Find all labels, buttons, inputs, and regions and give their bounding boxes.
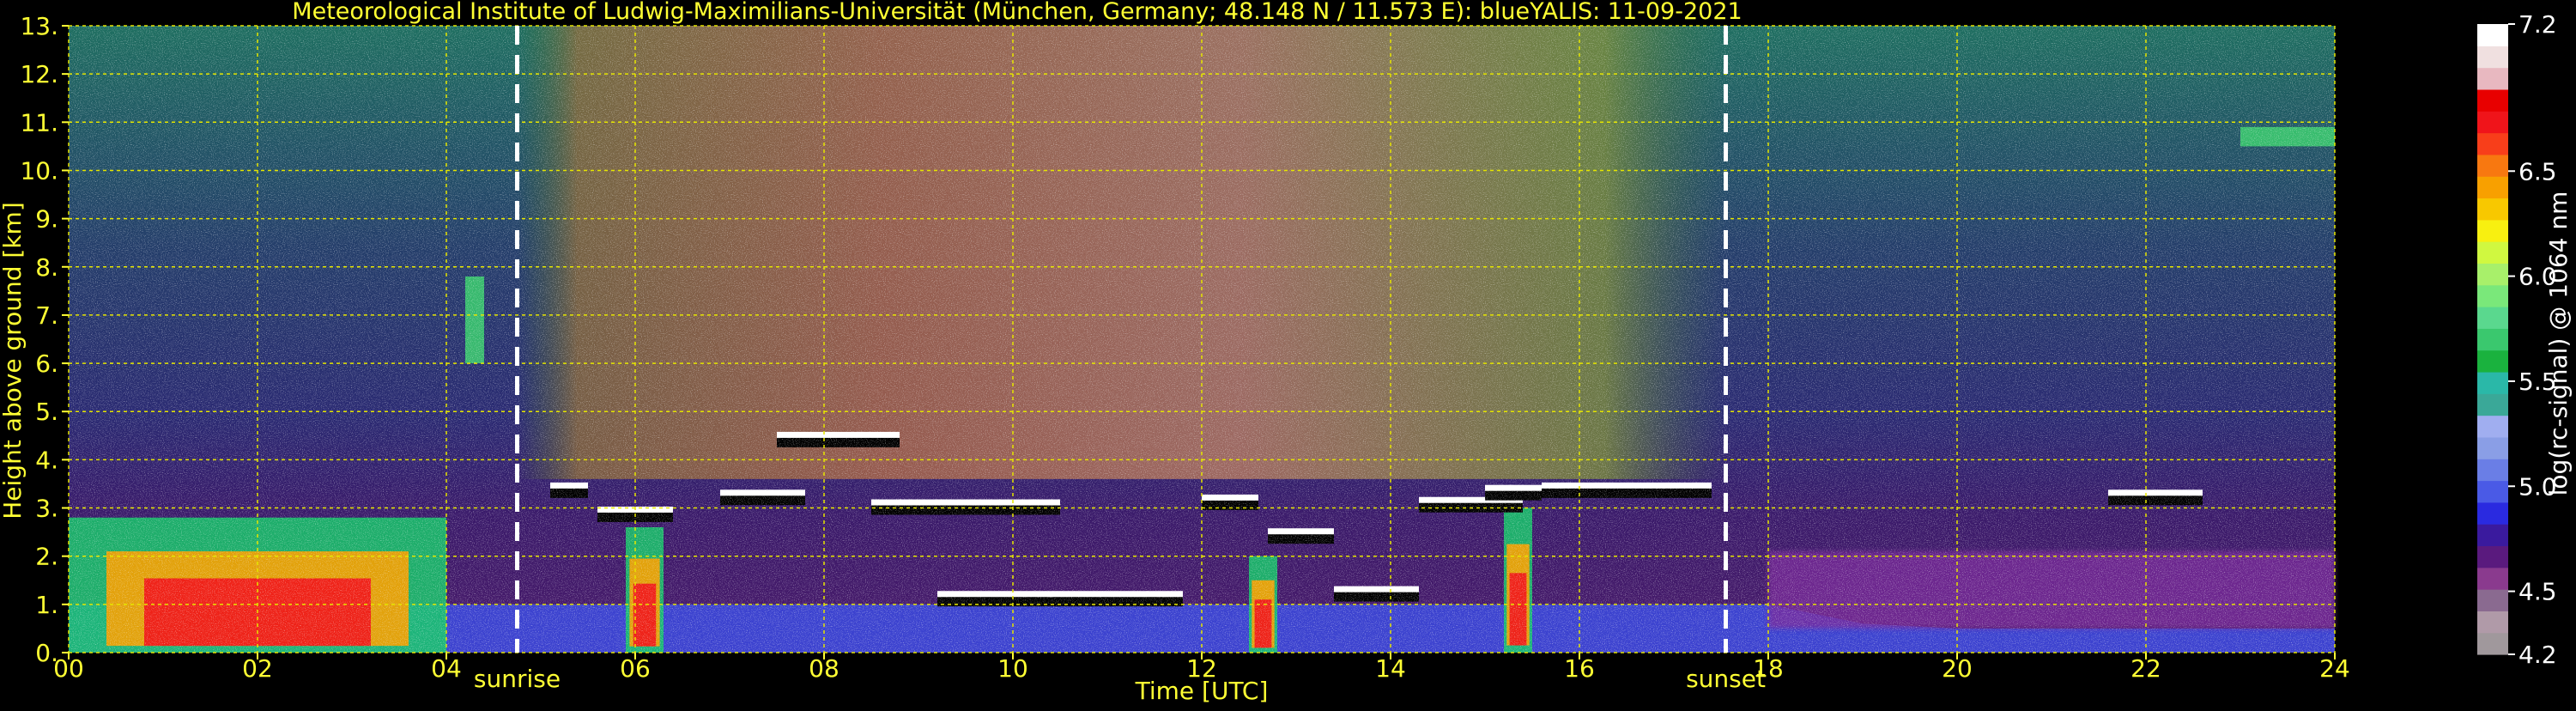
- colorbar-swatch: [2477, 46, 2508, 69]
- colorbar-tick-label: 7.2: [2518, 10, 2557, 39]
- noise-overlay: [69, 26, 2335, 653]
- colorbar-swatch: [2477, 632, 2508, 655]
- colorbar-tick-label: 4.5: [2518, 578, 2557, 606]
- y-tick-label: 7.: [35, 301, 58, 330]
- colorbar-swatch: [2477, 154, 2508, 177]
- colorbar-swatch: [2477, 24, 2508, 46]
- sun-marker-label: sunrise: [474, 665, 561, 693]
- x-tick-label: 02: [242, 654, 273, 683]
- colorbar-swatch: [2477, 307, 2508, 329]
- y-tick-label: 0.: [35, 639, 58, 667]
- y-tick-label: 1.: [35, 591, 58, 619]
- y-tick-label: 11.: [20, 108, 58, 137]
- x-tick-label: 08: [809, 654, 839, 683]
- colorbar-swatch: [2477, 198, 2508, 221]
- colorbar-swatch: [2477, 371, 2508, 394]
- colorbar-label: log(rc-signal) @ 1064 nm: [2544, 191, 2573, 496]
- x-tick-label: 18: [1753, 654, 1784, 683]
- colorbar-swatch: [2477, 263, 2508, 286]
- colorbar-swatch: [2477, 436, 2508, 459]
- y-tick-label: 12.: [20, 60, 58, 88]
- colorbar-swatch: [2477, 589, 2508, 611]
- colorbar-swatch: [2477, 480, 2508, 503]
- y-tick-label: 4.: [35, 446, 58, 474]
- colorbar-swatch: [2477, 176, 2508, 199]
- y-tick-label: 6.: [35, 349, 58, 378]
- y-axis: 0. 1. 2. 3. 4. 5. 6. 7. 8. 9. 10. 11. 12. 13.: [20, 12, 69, 667]
- colorbar-swatch: [2477, 241, 2508, 264]
- colorbar-swatch: [2477, 567, 2508, 590]
- lidar-chart-svg: sunrise sunset 00 02 04 06 08 10 12 14 16 18 20 22 24…: [0, 0, 2573, 705]
- x-tick-label: 20: [1942, 654, 1973, 683]
- colorbar-tick-label: 6.5: [2518, 157, 2557, 185]
- colorbar-swatch: [2477, 328, 2508, 351]
- y-tick-label: 2.: [35, 543, 58, 571]
- colorbar-swatch: [2477, 545, 2508, 568]
- y-tick-label: 9.: [35, 205, 58, 234]
- lidar-quicklook: sunrise sunset 00 02 04 06 08 10 12 14 16 18 20 22 24…: [0, 0, 2576, 708]
- colorbar-swatch: [2477, 67, 2508, 90]
- x-axis-label: Time [UTC]: [1135, 677, 1269, 705]
- y-tick-label: 13.: [20, 12, 58, 40]
- colorbar-swatch: [2477, 611, 2508, 634]
- colorbar-swatch: [2477, 524, 2508, 547]
- colorbar-swatch: [2477, 415, 2508, 438]
- y-tick-label: 8.: [35, 253, 58, 282]
- x-tick-label: 16: [1564, 654, 1595, 683]
- x-tick-label: 14: [1375, 654, 1406, 683]
- chart-title: Meteorological Institute of Ludwig-Maxim…: [292, 0, 1742, 25]
- colorbar-swatch: [2477, 393, 2508, 416]
- y-tick-label: 10.: [20, 156, 58, 185]
- colorbar-swatch: [2477, 459, 2508, 482]
- y-tick-label: 5.: [35, 398, 58, 426]
- y-axis-label: Height above ground [km]: [0, 202, 27, 520]
- colorbar-swatch: [2477, 501, 2508, 525]
- colorbar-swatch: [2477, 284, 2508, 307]
- x-tick-label: 22: [2131, 654, 2161, 683]
- x-tick-label: 04: [431, 654, 462, 683]
- x-tick-label: 24: [2319, 654, 2350, 683]
- colorbar-swatch: [2477, 219, 2508, 242]
- x-tick-label: 10: [997, 654, 1028, 683]
- x-tick-label: 06: [620, 654, 651, 683]
- signal-field: [69, 26, 2335, 653]
- colorbar-swatch: [2477, 349, 2508, 373]
- y-tick-label: 3.: [35, 495, 58, 523]
- colorbar-swatch: [2477, 88, 2508, 112]
- colorbar-tick-label: 4.2: [2518, 641, 2557, 669]
- colorbar-swatch: [2477, 111, 2508, 134]
- colorbar-swatch: [2477, 132, 2508, 155]
